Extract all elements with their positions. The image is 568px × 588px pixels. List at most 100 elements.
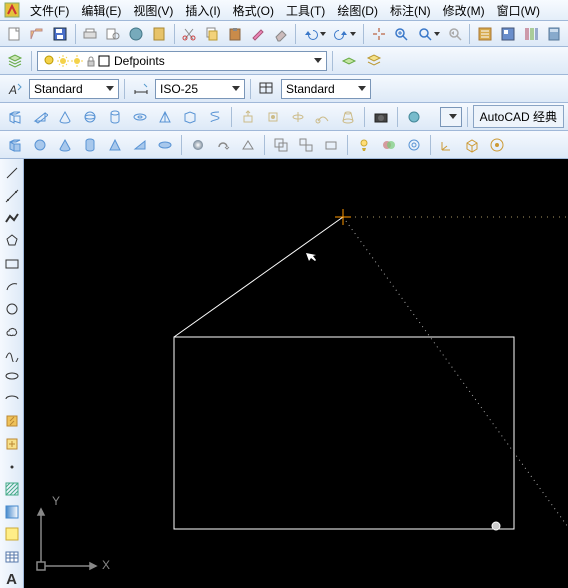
save-icon[interactable]	[50, 23, 71, 45]
wedge-icon[interactable]	[29, 106, 51, 128]
revcloud-icon[interactable]	[2, 323, 22, 340]
menu-edit[interactable]: 编辑(E)	[75, 0, 127, 21]
navwheel-icon[interactable]	[486, 134, 508, 156]
construction-line-icon[interactable]	[2, 188, 22, 205]
text-draw-icon[interactable]: A	[2, 571, 22, 588]
table-style-combo[interactable]: Standard	[281, 79, 371, 99]
ungroup-icon[interactable]	[295, 134, 317, 156]
polygon-icon[interactable]	[2, 233, 22, 250]
gradient-fill-icon[interactable]	[2, 503, 22, 520]
sphere-icon[interactable]	[79, 106, 101, 128]
torus-icon[interactable]	[129, 106, 151, 128]
workspace-label[interactable]: AutoCAD 经典	[473, 105, 564, 128]
camera-icon[interactable]	[370, 106, 392, 128]
gradient-sphere-icon[interactable]	[187, 134, 209, 156]
sweep-icon[interactable]	[312, 106, 334, 128]
cylinder2-icon[interactable]	[79, 134, 101, 156]
plot-icon[interactable]	[80, 23, 101, 45]
sphere2-icon[interactable]	[29, 134, 51, 156]
box-icon[interactable]	[4, 106, 26, 128]
copy-icon[interactable]	[201, 23, 222, 45]
region-icon[interactable]	[2, 526, 22, 543]
circle-icon[interactable]	[2, 300, 22, 317]
cylinder-icon[interactable]	[104, 106, 126, 128]
presspull-icon[interactable]	[262, 106, 284, 128]
preview-icon[interactable]	[103, 23, 124, 45]
dim-style-combo[interactable]: ISO-25	[155, 79, 245, 99]
loop-icon[interactable]	[212, 134, 234, 156]
design-center-icon[interactable]	[497, 23, 518, 45]
tool-palettes-icon[interactable]	[520, 23, 541, 45]
dim-style-icon[interactable]	[130, 78, 152, 100]
layer-manager-icon[interactable]	[4, 50, 26, 72]
arc-icon[interactable]	[2, 278, 22, 295]
eraser-icon[interactable]	[270, 23, 291, 45]
box2-icon[interactable]	[4, 134, 26, 156]
menu-view[interactable]: 视图(V)	[127, 0, 179, 21]
viewcube-icon[interactable]	[461, 134, 483, 156]
match-icon[interactable]	[247, 23, 268, 45]
undo-icon[interactable]	[300, 23, 329, 45]
revolve-icon[interactable]	[287, 106, 309, 128]
helix-icon[interactable]	[204, 106, 226, 128]
poly3d-icon[interactable]	[237, 134, 259, 156]
paste-icon[interactable]	[224, 23, 245, 45]
cut-icon[interactable]	[178, 23, 199, 45]
menu-modify[interactable]: 修改(M)	[437, 0, 491, 21]
sheet-icon[interactable]	[149, 23, 170, 45]
polysolid-icon[interactable]	[179, 106, 201, 128]
rect3d-icon[interactable]	[320, 134, 342, 156]
table-draw-icon[interactable]	[2, 549, 22, 566]
extrude-icon[interactable]	[237, 106, 259, 128]
polyline-icon[interactable]	[2, 210, 22, 227]
zoom-realtime-icon[interactable]	[391, 23, 412, 45]
pan-icon[interactable]	[368, 23, 389, 45]
group-icon[interactable]	[270, 134, 292, 156]
materials-icon[interactable]	[378, 134, 400, 156]
ellipse-arc-icon[interactable]	[2, 391, 22, 408]
properties-icon[interactable]	[474, 23, 495, 45]
publish-icon[interactable]	[126, 23, 147, 45]
menu-format[interactable]: 格式(O)	[227, 0, 280, 21]
text-style-icon[interactable]: A	[4, 78, 26, 100]
point-icon[interactable]	[2, 458, 22, 475]
torus2-icon[interactable]	[154, 134, 176, 156]
wedge2-icon[interactable]	[129, 134, 151, 156]
menu-insert[interactable]: 插入(I)	[179, 0, 226, 21]
redo-icon[interactable]	[331, 23, 360, 45]
toolbar-draw: A	[0, 159, 24, 588]
menu-file[interactable]: 文件(F)	[24, 0, 75, 21]
menu-tools[interactable]: 工具(T)	[280, 0, 331, 21]
open-icon[interactable]	[27, 23, 48, 45]
viewport-combo[interactable]	[440, 107, 462, 127]
block-icon[interactable]	[2, 413, 22, 430]
make-block-icon[interactable]	[2, 436, 22, 453]
drawing-canvas[interactable]: X Y	[24, 159, 568, 588]
menu-draw[interactable]: 绘图(D)	[331, 0, 384, 21]
table-style-icon[interactable]	[256, 78, 278, 100]
text-style-combo[interactable]: Standard	[29, 79, 119, 99]
pyramid-icon[interactable]	[154, 106, 176, 128]
new-icon[interactable]	[4, 23, 25, 45]
pyramid2-icon[interactable]	[104, 134, 126, 156]
loft-icon[interactable]	[337, 106, 359, 128]
mapping-icon[interactable]	[403, 134, 425, 156]
ucs-icon[interactable]	[436, 134, 458, 156]
cone2-icon[interactable]	[54, 134, 76, 156]
render-icon[interactable]	[403, 106, 425, 128]
rectangle-icon[interactable]	[2, 255, 22, 272]
zoom-previous-icon[interactable]	[444, 23, 465, 45]
line-icon[interactable]	[2, 165, 22, 182]
light-icon[interactable]	[353, 134, 375, 156]
hatch-icon[interactable]	[2, 481, 22, 498]
ellipse-icon[interactable]	[2, 368, 22, 385]
layer-previous-icon[interactable]	[338, 50, 360, 72]
cone-icon[interactable]	[54, 106, 76, 128]
layer-states-icon[interactable]	[363, 50, 385, 72]
menu-dimension[interactable]: 标注(N)	[384, 0, 437, 21]
spline-icon[interactable]	[2, 346, 22, 363]
layer-combo[interactable]: Defpoints	[37, 51, 327, 71]
zoom-window-icon[interactable]	[414, 23, 443, 45]
calc-icon[interactable]	[543, 23, 564, 45]
menu-window[interactable]: 窗口(W)	[491, 0, 546, 21]
